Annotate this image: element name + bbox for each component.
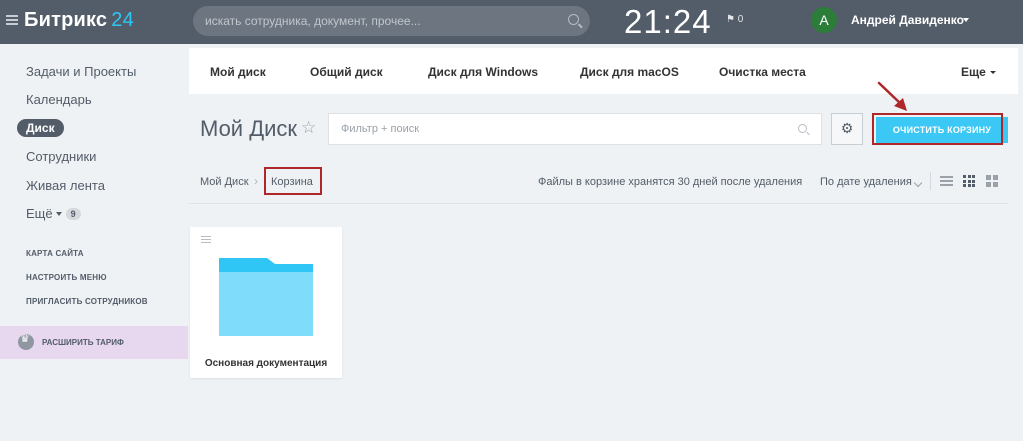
- sitemap-link[interactable]: КАРТА САЙТА: [26, 249, 84, 258]
- breadcrumb-my-disk[interactable]: Мой Диск: [200, 176, 249, 188]
- invite-employees-link[interactable]: ПРИГЛАСИТЬ СОТРУДНИКОВ: [26, 297, 148, 306]
- tab-more-label: Еще: [961, 65, 986, 79]
- crown-icon: [18, 332, 34, 350]
- tab-more[interactable]: Еще: [961, 65, 996, 79]
- search-icon[interactable]: [568, 14, 579, 25]
- sidebar-item-disk[interactable]: Диск: [17, 119, 64, 137]
- configure-menu-link[interactable]: НАСТРОИТЬ МЕНЮ: [26, 273, 107, 282]
- chevron-down-icon[interactable]: [963, 18, 969, 22]
- tab-disk-windows[interactable]: Диск для Windows: [428, 65, 538, 79]
- logo-number: 24: [111, 9, 134, 31]
- clock[interactable]: 21:24: [624, 3, 712, 41]
- divider: [189, 203, 1008, 204]
- sidebar: Задачи и Проекты Календарь Диск Сотрудни…: [0, 44, 189, 441]
- upgrade-plan-button[interactable]: РАСШИРИТЬ ТАРИФ: [0, 326, 188, 359]
- tile-view-icon[interactable]: [986, 175, 998, 187]
- folder-card[interactable]: Основная документация: [190, 227, 342, 378]
- tab-shared-disk[interactable]: Общий диск: [310, 65, 383, 79]
- divider: [930, 172, 931, 190]
- upgrade-plan-label: РАСШИРИТЬ ТАРИФ: [42, 338, 124, 347]
- breadcrumb-highlight: [264, 167, 322, 195]
- search-icon[interactable]: [798, 124, 807, 133]
- list-view-icon[interactable]: [940, 176, 953, 186]
- chevron-down-icon: [55, 212, 62, 216]
- folder-icon: [219, 258, 313, 336]
- avatar[interactable]: А: [811, 7, 837, 33]
- trash-retention-note: Файлы в корзине хранятся 30 дней после у…: [538, 176, 803, 188]
- chevron-down-icon[interactable]: [913, 178, 923, 188]
- arrow-annotation-icon: [877, 81, 907, 111]
- global-search-input[interactable]: [205, 6, 545, 36]
- global-search: [193, 6, 590, 36]
- page-title: Мой Диск: [200, 116, 298, 141]
- more-count-badge: 9: [65, 208, 81, 220]
- context-menu-icon[interactable]: [201, 236, 211, 244]
- logo-text: Битрикс: [24, 9, 108, 31]
- filter-search-input[interactable]: [341, 114, 781, 144]
- menu-icon[interactable]: [6, 15, 18, 25]
- clear-trash-highlight: [872, 113, 1003, 145]
- gear-icon: ⚙: [840, 121, 854, 137]
- sidebar-item-tasks[interactable]: Задачи и Проекты: [26, 64, 136, 79]
- sidebar-item-calendar[interactable]: Календарь: [26, 92, 92, 107]
- tab-disk-macos[interactable]: Диск для macOS: [580, 65, 679, 79]
- tab-my-disk[interactable]: Мой диск: [210, 65, 266, 79]
- sidebar-item-employees[interactable]: Сотрудники: [26, 149, 96, 164]
- star-icon[interactable]: ☆: [301, 118, 316, 138]
- chevron-down-icon: [989, 71, 996, 74]
- sidebar-item-more[interactable]: Ещё 9: [26, 206, 81, 221]
- grid-view-icon[interactable]: [963, 175, 975, 187]
- settings-button[interactable]: ⚙: [831, 113, 863, 145]
- top-bar: Битрикс24 21:24 ⚑ 0 А Андрей Давиденко: [0, 0, 1023, 44]
- sidebar-item-more-label: Ещё: [26, 206, 53, 221]
- chevron-right-icon: ›: [254, 174, 258, 188]
- flag-counter[interactable]: ⚑ 0: [726, 14, 743, 25]
- folder-name: Основная документация: [204, 358, 328, 369]
- filter-search: [328, 113, 822, 145]
- sort-dropdown[interactable]: По дате удаления: [820, 176, 912, 188]
- logo[interactable]: Битрикс 24: [24, 9, 134, 32]
- tab-cleanup[interactable]: Очистка места: [719, 65, 806, 79]
- sidebar-item-feed[interactable]: Живая лента: [26, 178, 105, 193]
- user-name[interactable]: Андрей Давиденко: [851, 13, 964, 27]
